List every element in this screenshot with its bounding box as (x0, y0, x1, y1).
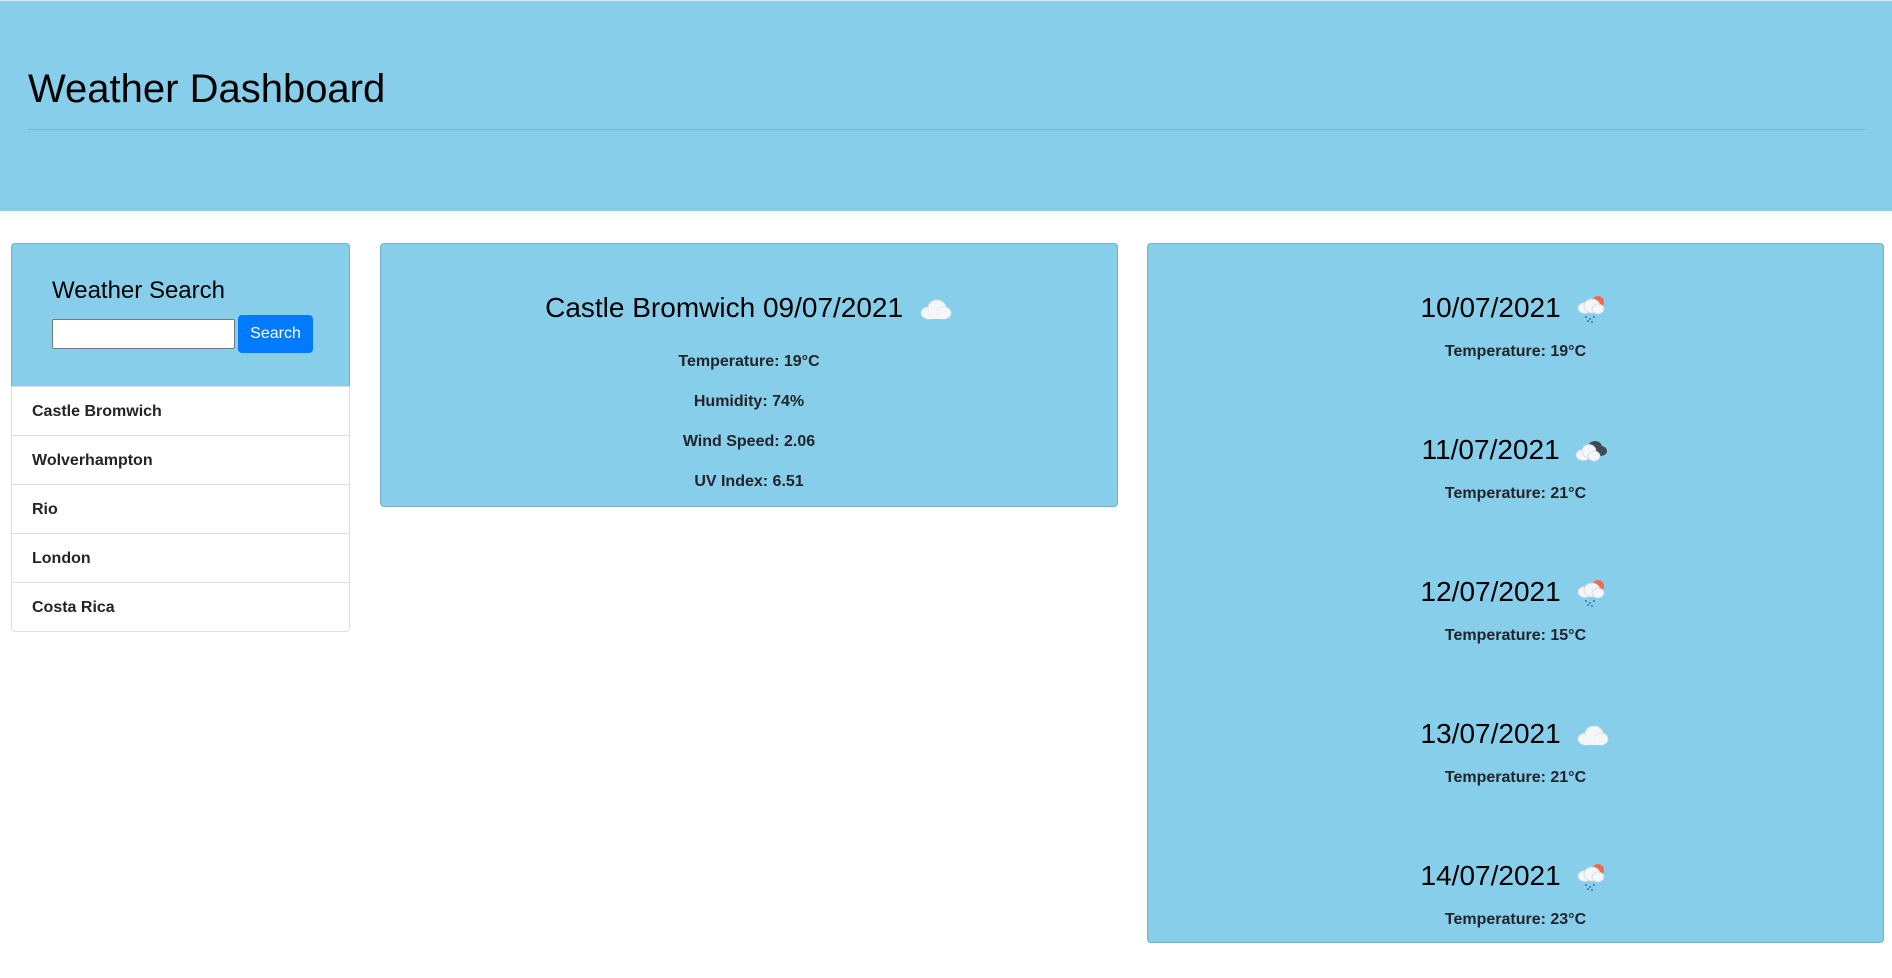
forecast-date-heading: 12/07/2021 (1148, 574, 1883, 610)
history-item-costa-rica[interactable]: Costa Rica (12, 583, 349, 631)
forecast-date: 11/07/2021 (1421, 434, 1560, 465)
search-button[interactable]: Search (238, 315, 313, 353)
forecast-date: 10/07/2021 (1420, 292, 1561, 323)
history-item-rio[interactable]: Rio (12, 485, 349, 534)
cloud-icon (1578, 725, 1609, 746)
sun-rain-cloud-icon (1578, 295, 1605, 323)
current-humidity: Humidity: 74% (693, 393, 805, 410)
forecast-day-2: 11/07/2021 Temperature: 21°C (1148, 432, 1883, 552)
broken-clouds-icon (1576, 440, 1608, 461)
header-divider (28, 129, 1866, 130)
history-item-london[interactable]: London (12, 534, 349, 583)
search-panel: Weather Search Search (11, 243, 350, 387)
forecast-date: 13/07/2021 (1420, 718, 1561, 749)
current-city-date: Castle Bromwich 09/07/2021 (545, 292, 904, 323)
sun-rain-cloud-icon (1578, 579, 1605, 607)
forecast-date-heading: 14/07/2021 (1148, 858, 1883, 894)
current-wind-speed: Wind Speed: 2.06 (682, 433, 816, 450)
current-uv-index: UV Index: 6.51 (694, 473, 804, 490)
forecast-date: 12/07/2021 (1420, 576, 1561, 607)
current-weather-card: Castle Bromwich 09/07/2021 Temperature: … (380, 243, 1118, 507)
page-title: Weather Dashboard (28, 67, 386, 111)
forecast-day-3: 12/07/2021 Temperature: 15°C (1148, 574, 1883, 694)
forecast-temperature: Temperature: 15°C (1444, 627, 1587, 644)
forecast-temperature: Temperature: 23°C (1444, 911, 1587, 928)
forecast-day-1: 10/07/2021 Temperature: 19°C (1148, 290, 1883, 410)
forecast-temperature: Temperature: 21°C (1444, 485, 1587, 502)
cloud-icon (920, 299, 952, 320)
forecast-panel: 10/07/2021 Temperature: 19°C 11/07/2021 (1147, 243, 1884, 943)
history-item-wolverhampton[interactable]: Wolverhampton (12, 436, 349, 485)
current-temperature: Temperature: 19°C (678, 353, 820, 370)
search-history-list: Castle Bromwich Wolverhampton Rio London… (11, 386, 350, 632)
forecast-date-heading: 11/07/2021 (1148, 432, 1883, 468)
page-header: Weather Dashboard (0, 0, 1892, 211)
forecast-day-5: 14/07/2021 Temperature: 23°C (1148, 858, 1883, 978)
search-title: Weather Search (52, 277, 225, 304)
forecast-temperature: Temperature: 19°C (1444, 343, 1587, 360)
current-weather-title: Castle Bromwich 09/07/2021 (381, 290, 1117, 326)
forecast-temperature: Temperature: 21°C (1444, 769, 1587, 786)
forecast-date-heading: 13/07/2021 (1148, 716, 1883, 752)
history-item-castle-bromwich[interactable]: Castle Bromwich (12, 387, 349, 436)
sun-rain-cloud-icon (1578, 863, 1605, 891)
forecast-day-4: 13/07/2021 Temperature: 21°C (1148, 716, 1883, 836)
city-search-input[interactable] (52, 319, 235, 349)
forecast-date: 14/07/2021 (1420, 860, 1561, 891)
forecast-date-heading: 10/07/2021 (1148, 290, 1883, 326)
